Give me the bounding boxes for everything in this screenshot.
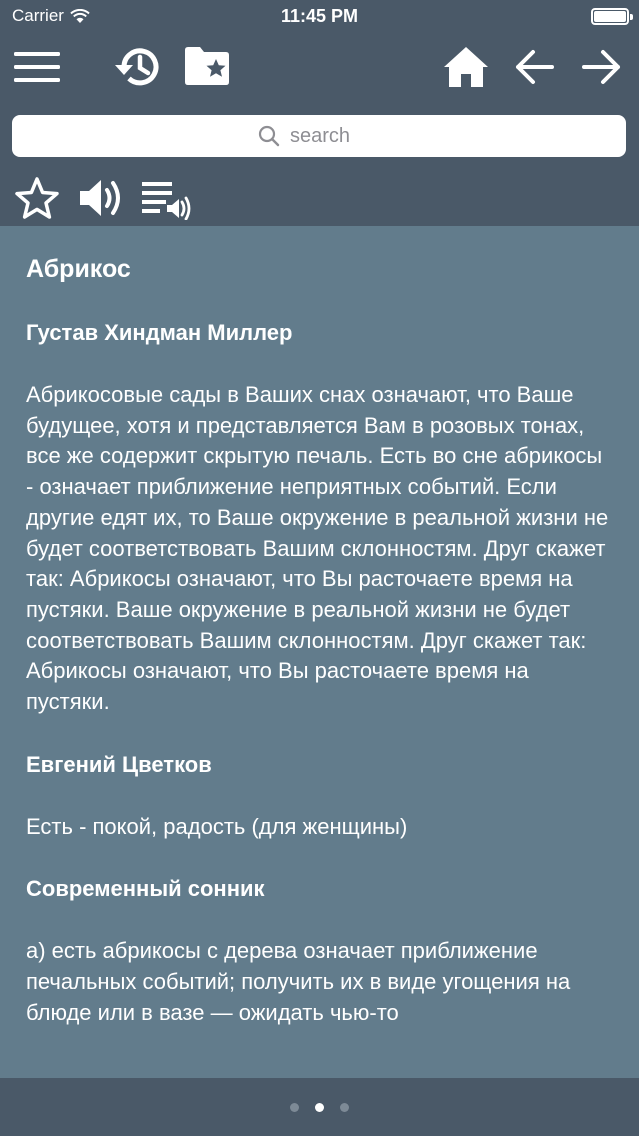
history-button[interactable] — [112, 44, 164, 90]
speaker-icon — [80, 180, 120, 216]
page-dot[interactable] — [340, 1102, 349, 1112]
favorite-button[interactable] — [14, 176, 60, 220]
home-button[interactable] — [443, 46, 489, 88]
bookmark-folder-icon — [185, 47, 229, 85]
back-button[interactable] — [514, 49, 554, 85]
menu-icon — [14, 52, 60, 82]
page-dot-current[interactable] — [315, 1102, 324, 1112]
back-arrow-icon — [516, 50, 554, 84]
playlist-audio-icon — [142, 182, 191, 220]
forward-arrow-icon — [582, 50, 620, 84]
section-author: Евгений Цветков — [26, 751, 212, 777]
search-bar[interactable] — [12, 115, 626, 157]
status-bar: Carrier 11:45 PM — [0, 0, 639, 34]
page-indicator[interactable] — [0, 1078, 639, 1136]
read-aloud-playlist-button[interactable] — [142, 180, 192, 220]
speak-button[interactable] — [78, 176, 126, 220]
section-text: Есть - покой, радость (для женщины) — [26, 813, 408, 839]
article-title: Абрикос — [26, 255, 131, 283]
bookmarks-folder-button[interactable] — [183, 46, 231, 86]
home-icon — [444, 47, 488, 87]
menu-button[interactable] — [14, 50, 60, 84]
section-author: Густав Хиндман Миллер — [26, 320, 293, 345]
star-icon — [15, 177, 59, 219]
forward-button[interactable] — [582, 49, 622, 85]
status-time: 11:45 PM — [280, 6, 359, 26]
section-author: Современный сонник — [26, 876, 265, 902]
search-input[interactable] — [290, 124, 380, 148]
battery-fill — [594, 11, 626, 22]
top-bar: Carrier 11:45 PM — [0, 0, 639, 226]
battery-icon — [591, 8, 633, 25]
section-text: Абрикосовые сады в Ваших снах означают, … — [26, 382, 609, 715]
history-icon — [115, 48, 159, 86]
article-content[interactable]: Абрикос Густав Хиндман Миллер Абрикосовы… — [0, 226, 639, 1078]
section-text: а) есть абрикосы с дерева означает прибл… — [26, 938, 571, 1025]
search-icon — [258, 125, 280, 147]
page-dot[interactable] — [290, 1102, 299, 1112]
